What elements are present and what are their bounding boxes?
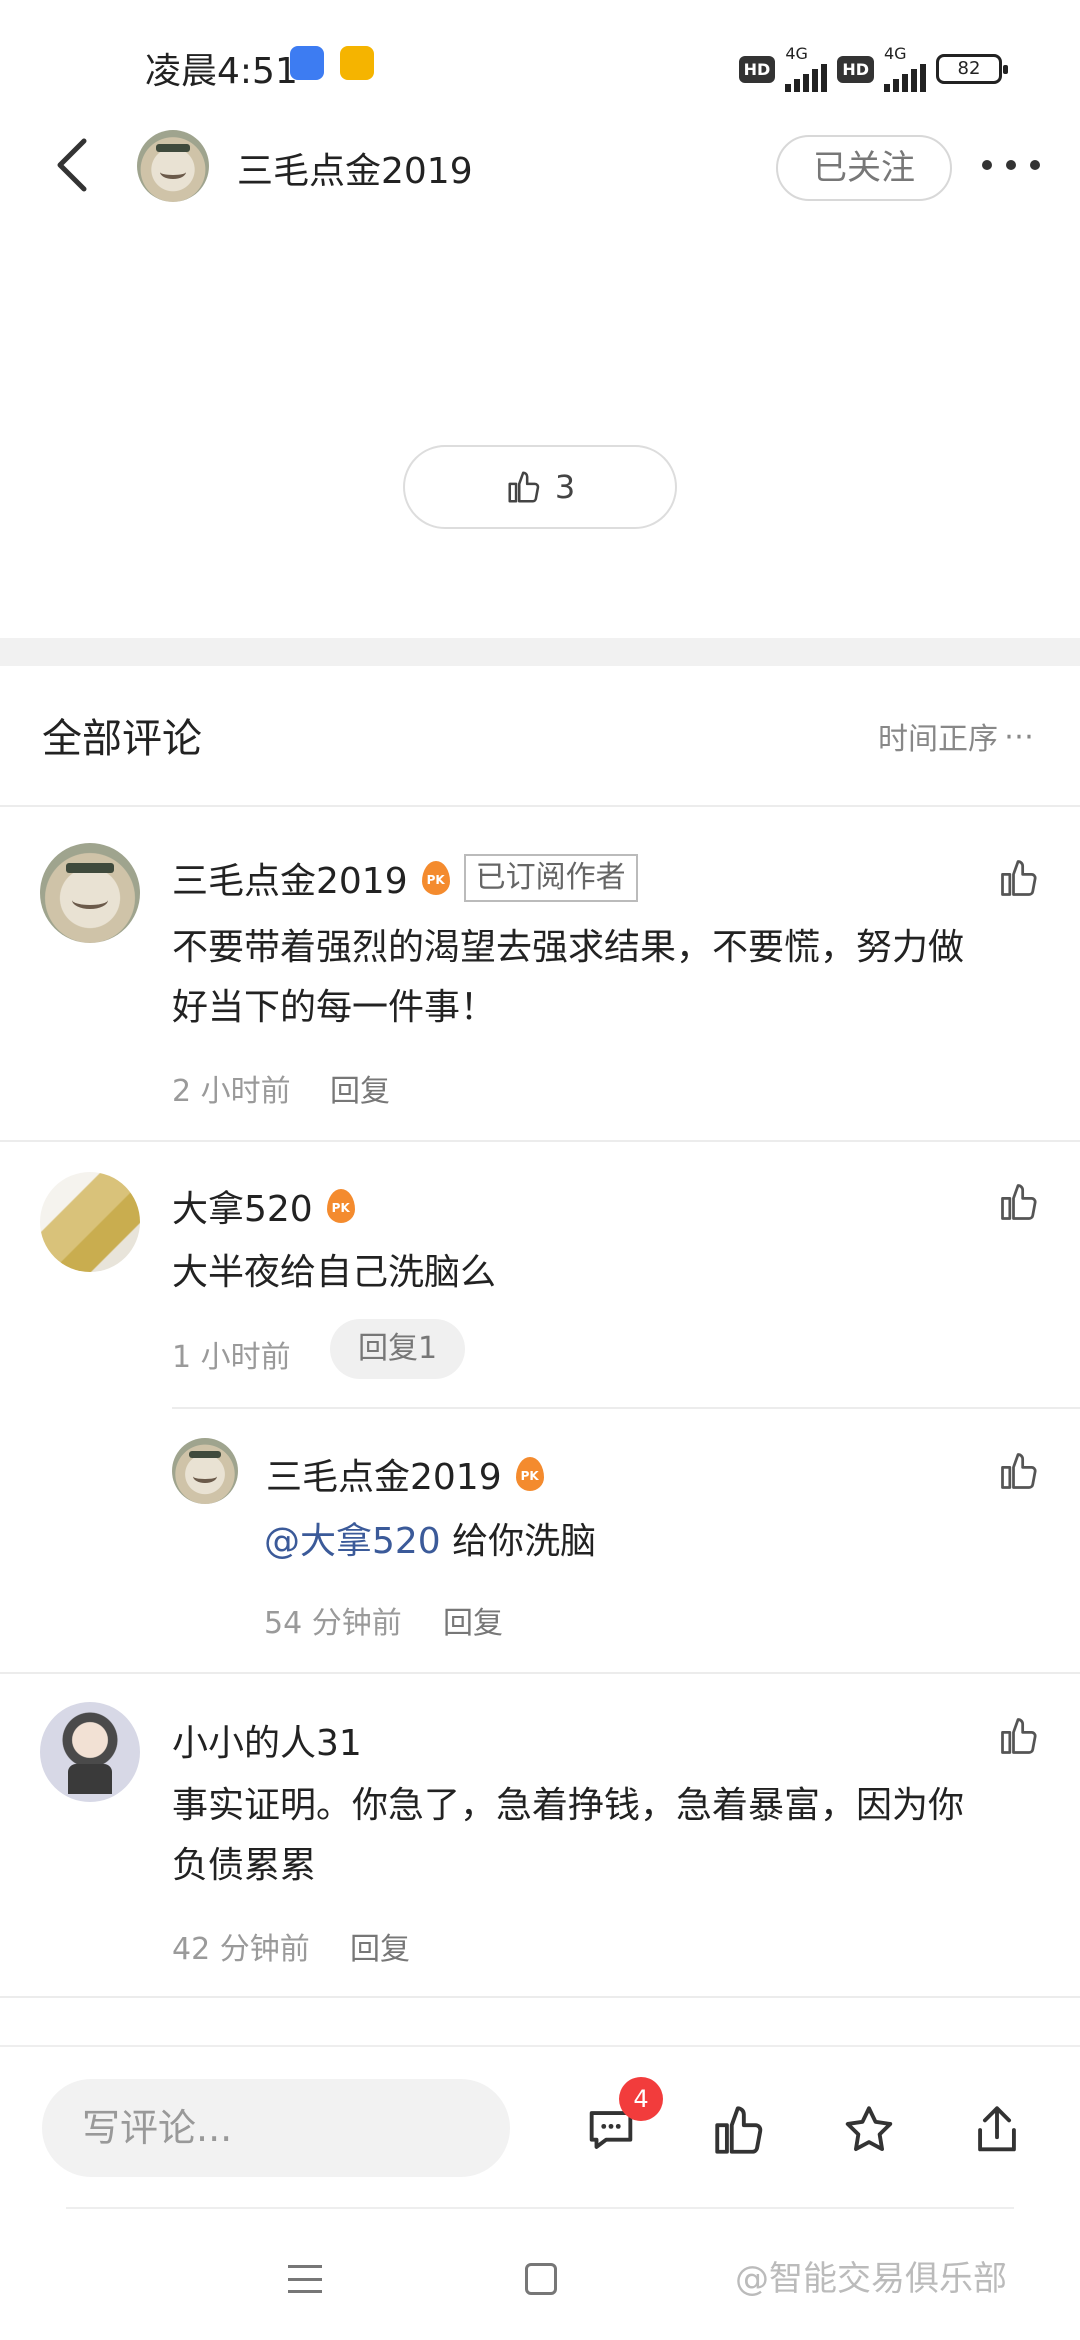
comment-author: 小小的人31 xyxy=(172,1714,362,1766)
hd-icon: HD xyxy=(837,55,874,83)
commenter-avatar[interactable] xyxy=(40,1172,140,1272)
thumbs-up-icon[interactable] xyxy=(997,1180,1041,1224)
commenter-avatar[interactable] xyxy=(40,1702,140,1802)
divider xyxy=(0,1140,1080,1142)
divider xyxy=(0,1672,1080,1674)
divider xyxy=(0,805,1080,807)
share-icon[interactable] xyxy=(968,2101,1026,2159)
signal-icon: 4G xyxy=(785,44,828,92)
more-options-button[interactable] xyxy=(976,140,1046,190)
more-dots-icon: ⋯ xyxy=(1004,718,1034,754)
comment-text: 事实证明。你急了，急着挣钱，急着暴富，因为你 负债累累 xyxy=(172,1776,964,1896)
status-time: 凌晨4:51 xyxy=(145,51,298,92)
comment-text: 不要带着强烈的渴望去强求结果，不要慌，努力做 好当下的每一件事！ xyxy=(172,918,964,1038)
comment-text-line: 负债累累 xyxy=(172,1845,317,1886)
reply-button[interactable]: 回复 xyxy=(330,1066,390,1110)
pk-badge-icon: PK xyxy=(326,1189,355,1223)
thumbs-up-icon[interactable] xyxy=(997,1714,1041,1758)
author-avatar[interactable] xyxy=(137,130,209,202)
reply-author-name[interactable]: 三毛点金2019 xyxy=(266,1448,502,1500)
hd-icon: HD xyxy=(738,55,776,83)
thumbs-up-icon xyxy=(508,471,540,503)
section-divider xyxy=(0,638,1080,666)
post-header: 三毛点金2019 已关注 xyxy=(0,130,1080,270)
thumbs-up-icon[interactable] xyxy=(997,1449,1041,1493)
pk-badge-icon: PK xyxy=(515,1457,544,1491)
sort-button[interactable]: 时间正序 ⋯ xyxy=(878,714,1034,758)
network-type-label: 4G xyxy=(884,44,907,63)
dot-icon xyxy=(1006,160,1016,170)
dot-icon xyxy=(1030,160,1040,170)
home-icon[interactable] xyxy=(525,2263,557,2295)
signal-icon: 4G xyxy=(884,46,926,92)
post-like-button[interactable]: 3 xyxy=(403,445,677,529)
thumbs-up-icon[interactable] xyxy=(997,856,1041,900)
bottom-action-bar: 4 xyxy=(0,2045,1080,2205)
system-navigation-bar: @智能交易俱乐部 xyxy=(0,2215,1080,2340)
status-indicators: HD 4G HD 4G 82 xyxy=(738,44,1008,92)
comment-author: 三毛点金2019 PK 已订阅作者 xyxy=(172,852,638,904)
star-icon[interactable] xyxy=(840,2101,898,2159)
write-comment-input[interactable] xyxy=(42,2079,510,2177)
network-type-label: 4G xyxy=(785,44,808,63)
view-replies-button[interactable]: 回复1 xyxy=(330,1319,466,1379)
chevron-left-icon xyxy=(57,138,87,192)
watermark: @智能交易俱乐部 xyxy=(735,2259,1007,2299)
thumbs-up-icon[interactable] xyxy=(710,2101,768,2159)
comment-text-line: 事实证明。你急了，急着挣钱，急着暴富，因为你 xyxy=(172,1785,965,1826)
divider xyxy=(66,2207,1014,2209)
battery-icon: 82 xyxy=(936,54,1008,84)
back-button[interactable] xyxy=(42,130,102,200)
subscriber-tag: 已订阅作者 xyxy=(463,854,638,902)
divider xyxy=(0,1996,1080,1998)
comment-text: 大半夜给自己洗脑么 xyxy=(172,1252,497,1293)
reply-author: 三毛点金2019 PK xyxy=(266,1448,544,1500)
comment-time: 1 小时前 xyxy=(172,1340,291,1375)
comment-count-badge: 4 xyxy=(619,2077,663,2121)
commenter-name[interactable]: 小小的人31 xyxy=(172,1714,362,1766)
author-name[interactable]: 三毛点金2019 xyxy=(237,142,473,194)
commenter-name[interactable]: 大拿520 xyxy=(172,1180,313,1232)
comment-time: 42 分钟前 xyxy=(172,1932,310,1967)
reply-time: 54 分钟前 xyxy=(264,1606,402,1641)
reply-button[interactable]: 回复 xyxy=(350,1924,410,1968)
dot-icon xyxy=(982,160,992,170)
reply-button[interactable]: 回复 xyxy=(443,1598,503,1642)
mail-notification-icon xyxy=(340,46,374,80)
menu-icon[interactable] xyxy=(288,2265,322,2293)
follow-button[interactable]: 已关注 xyxy=(776,135,952,201)
commenter-avatar[interactable] xyxy=(40,843,140,943)
comment-author: 大拿520 PK xyxy=(172,1180,355,1232)
reply-avatar[interactable] xyxy=(172,1438,238,1504)
status-bar: 凌晨4:51 HD 4G HD 4G 82 xyxy=(0,0,1080,130)
comment-text-line: 不要带着强烈的渴望去强求结果，不要慌，努力做 xyxy=(172,927,965,968)
comment-time: 2 小时前 xyxy=(172,1074,291,1109)
reply-body: 给你洗脑 xyxy=(440,1521,597,1562)
divider xyxy=(172,1407,1080,1409)
pk-badge-icon: PK xyxy=(421,861,450,895)
app-notification-icon xyxy=(290,46,324,80)
sort-label: 时间正序 xyxy=(878,722,998,757)
comments-title: 全部评论 xyxy=(42,716,202,762)
like-count: 3 xyxy=(554,468,576,506)
comment-text-line: 好当下的每一件事！ xyxy=(172,987,497,1028)
mention-link[interactable]: @大拿520 xyxy=(264,1521,441,1562)
reply-text: @大拿520 给你洗脑 xyxy=(264,1512,596,1572)
commenter-name[interactable]: 三毛点金2019 xyxy=(172,852,408,904)
